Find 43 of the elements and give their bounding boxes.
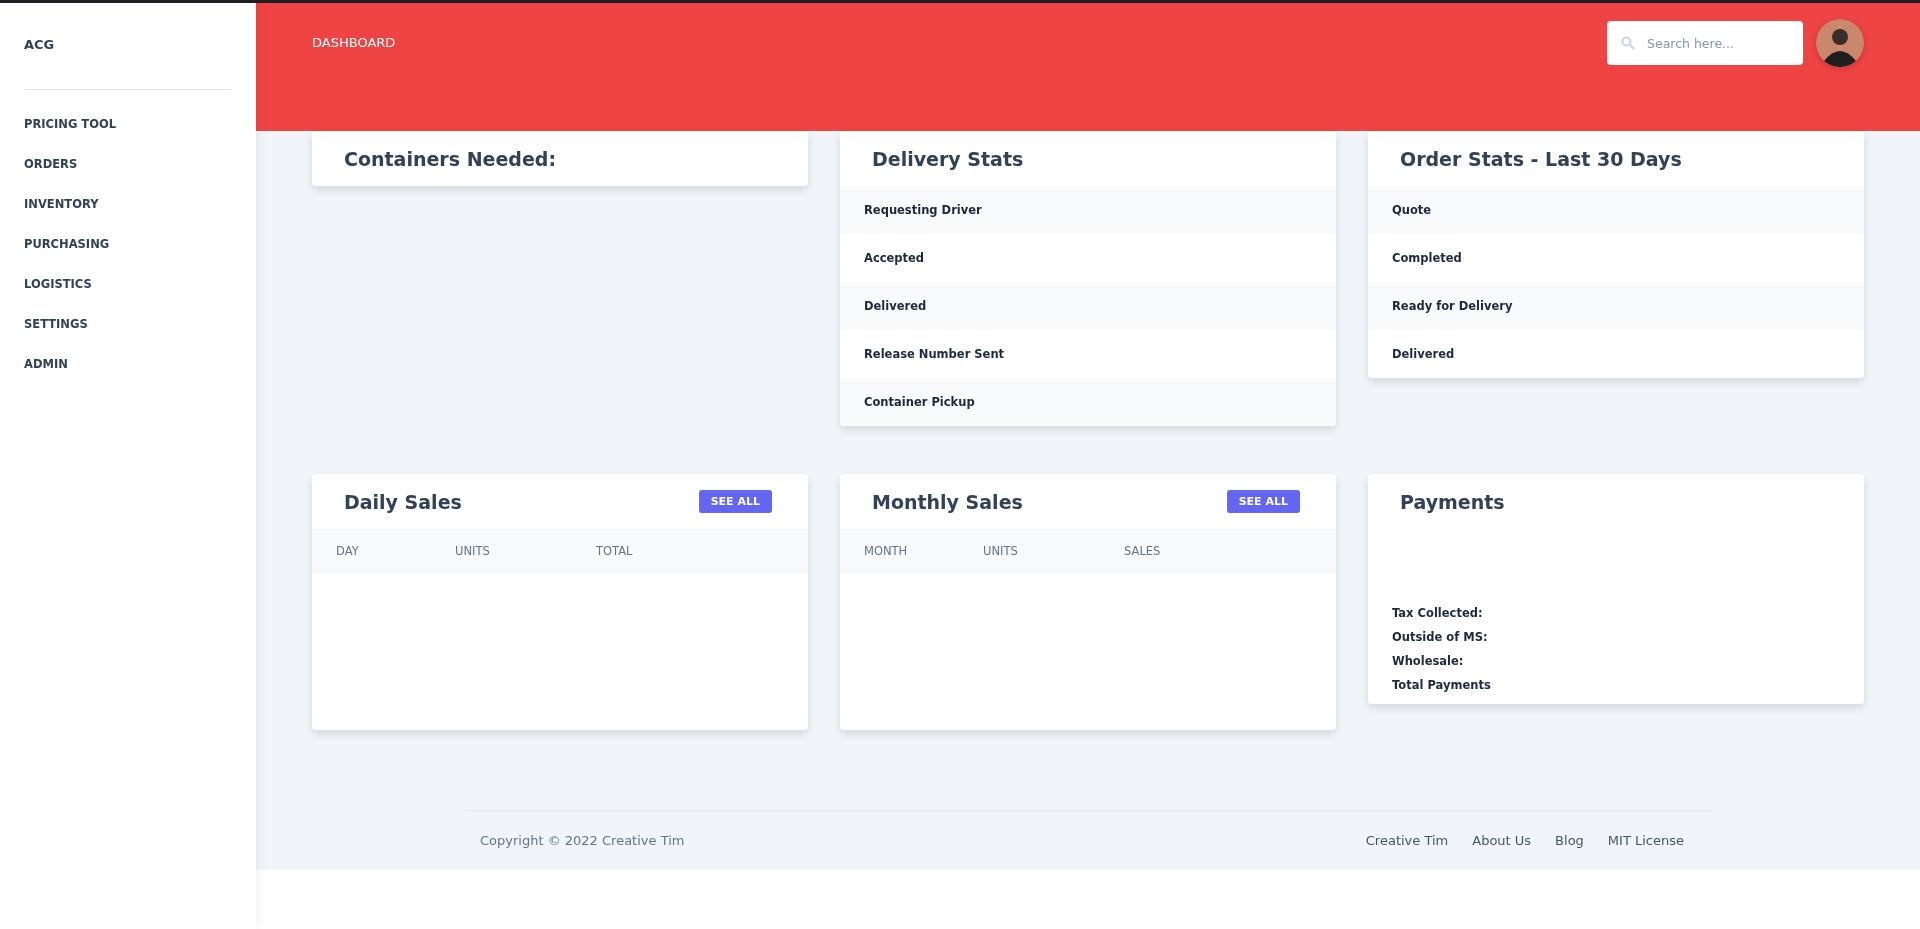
see-all-button[interactable]: SEE ALL <box>1226 490 1300 513</box>
card-title: Daily Sales <box>344 490 462 513</box>
footer-link[interactable]: Blog <box>1555 833 1584 848</box>
card-title: Order Stats - Last 30 Days <box>1400 147 1682 170</box>
stat-row-label: Quote <box>1368 186 1864 234</box>
avatar-icon[interactable] <box>1816 19 1864 67</box>
footer-link[interactable]: Creative Tim <box>1365 833 1449 848</box>
column-header: UNITS <box>983 544 1019 558</box>
search-field[interactable]: Search here... <box>1607 21 1803 65</box>
card-title: Delivery Stats <box>872 147 1024 170</box>
card-title: Monthly Sales <box>872 490 1023 513</box>
see-all-button[interactable]: SEE ALL <box>698 490 772 513</box>
column-header: MONTH <box>864 544 909 558</box>
stat-row-label: Completed <box>1391 250 1463 267</box>
card-title: Containers Needed: <box>344 147 556 170</box>
stat-row-label: Ready for Delivery <box>1368 282 1864 330</box>
stat-row-label: Delivered <box>1391 346 1456 363</box>
sidebar-item[interactable]: ADMIN <box>24 355 68 395</box>
sidebar-item[interactable]: LOGISTICS <box>24 275 92 315</box>
sidebar-item[interactable]: INVENTORY <box>24 195 99 235</box>
page-title: DASHBOARD <box>312 35 396 50</box>
stat-row-label: Release Number Sent <box>863 346 1006 363</box>
payment-label: Tax Collected: <box>1392 605 1484 622</box>
column-header: DAY <box>336 544 360 558</box>
stat-row-label: Requesting Driver <box>840 186 1336 234</box>
payment-label: Total Payments <box>1392 677 1492 694</box>
payment-label: Outside of MS: <box>1392 629 1489 646</box>
footer-link[interactable]: About Us <box>1472 833 1532 848</box>
sidebar-item[interactable]: PURCHASING <box>24 235 110 275</box>
payment-label: Wholesale: <box>1392 653 1465 670</box>
footer-link[interactable]: MIT License <box>1607 833 1684 848</box>
column-header: TOTAL <box>596 544 633 558</box>
stat-row-label: Delivered <box>840 282 1336 330</box>
sidebar-item[interactable]: PRICING TOOL <box>24 115 117 155</box>
column-header: UNITS <box>455 544 491 558</box>
brand-name[interactable]: ACG <box>24 37 55 52</box>
stat-row-label: Container Pickup <box>840 378 1336 426</box>
stat-row-label: Accepted <box>863 250 926 267</box>
card-title: Payments <box>1400 490 1505 513</box>
column-header: SALES <box>1124 544 1161 558</box>
sidebar-item[interactable]: ORDERS <box>24 155 78 195</box>
sidebar-item[interactable]: SETTINGS <box>24 315 88 355</box>
copyright-text: Copyright © 2022 Creative Tim <box>480 833 685 848</box>
